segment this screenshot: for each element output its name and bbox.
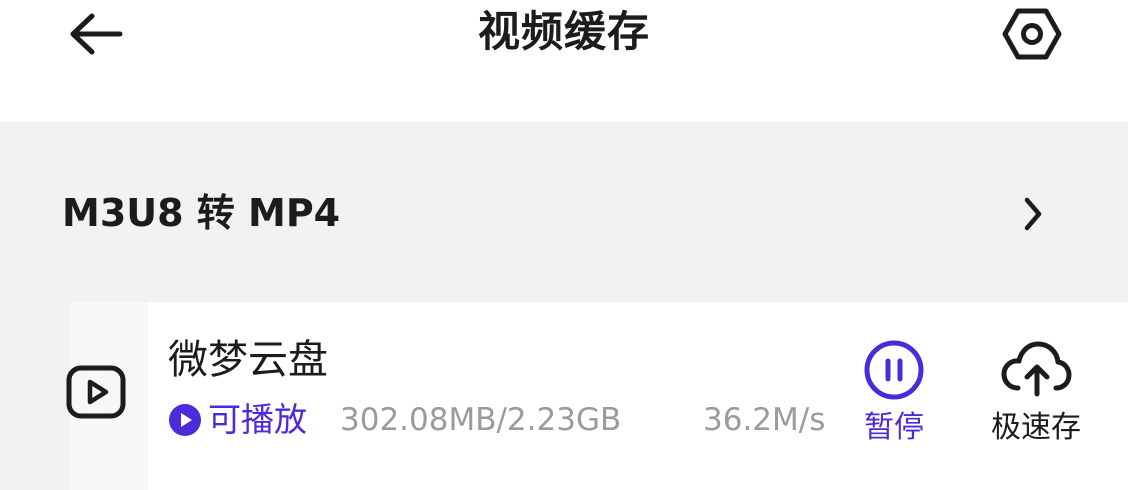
pause-label: 暂停 (864, 410, 924, 445)
hexagon-settings-icon (1002, 8, 1062, 60)
playable-link[interactable]: 可播放 (168, 398, 307, 442)
m3u8-to-mp4-row[interactable]: M3U8 转 MP4 (0, 122, 1128, 302)
m3u8-to-mp4-label: M3U8 转 MP4 (62, 191, 341, 235)
pause-circle-icon (864, 340, 924, 400)
top-bar: 视频缓存 (0, 0, 1128, 122)
playable-label: 可播放 (208, 400, 307, 439)
row-divider-strip (0, 302, 70, 490)
download-speed: 36.2M/s (703, 402, 826, 438)
chevron-right-icon (1018, 190, 1048, 238)
page-title: 视频缓存 (477, 7, 650, 56)
fast-save-label: 极速存 (991, 410, 1081, 445)
download-item-row[interactable] (70, 302, 1128, 490)
download-title: 微梦云盘 (168, 337, 328, 383)
download-size-progress: 302.08MB/2.23GB (340, 402, 622, 438)
pause-button[interactable]: 暂停 (846, 338, 942, 448)
video-play-icon (64, 362, 128, 422)
settings-button[interactable] (998, 2, 1066, 66)
cloud-upload-icon (1001, 341, 1072, 397)
fast-save-button[interactable]: 极速存 (978, 336, 1094, 448)
play-circle-icon (168, 403, 202, 437)
